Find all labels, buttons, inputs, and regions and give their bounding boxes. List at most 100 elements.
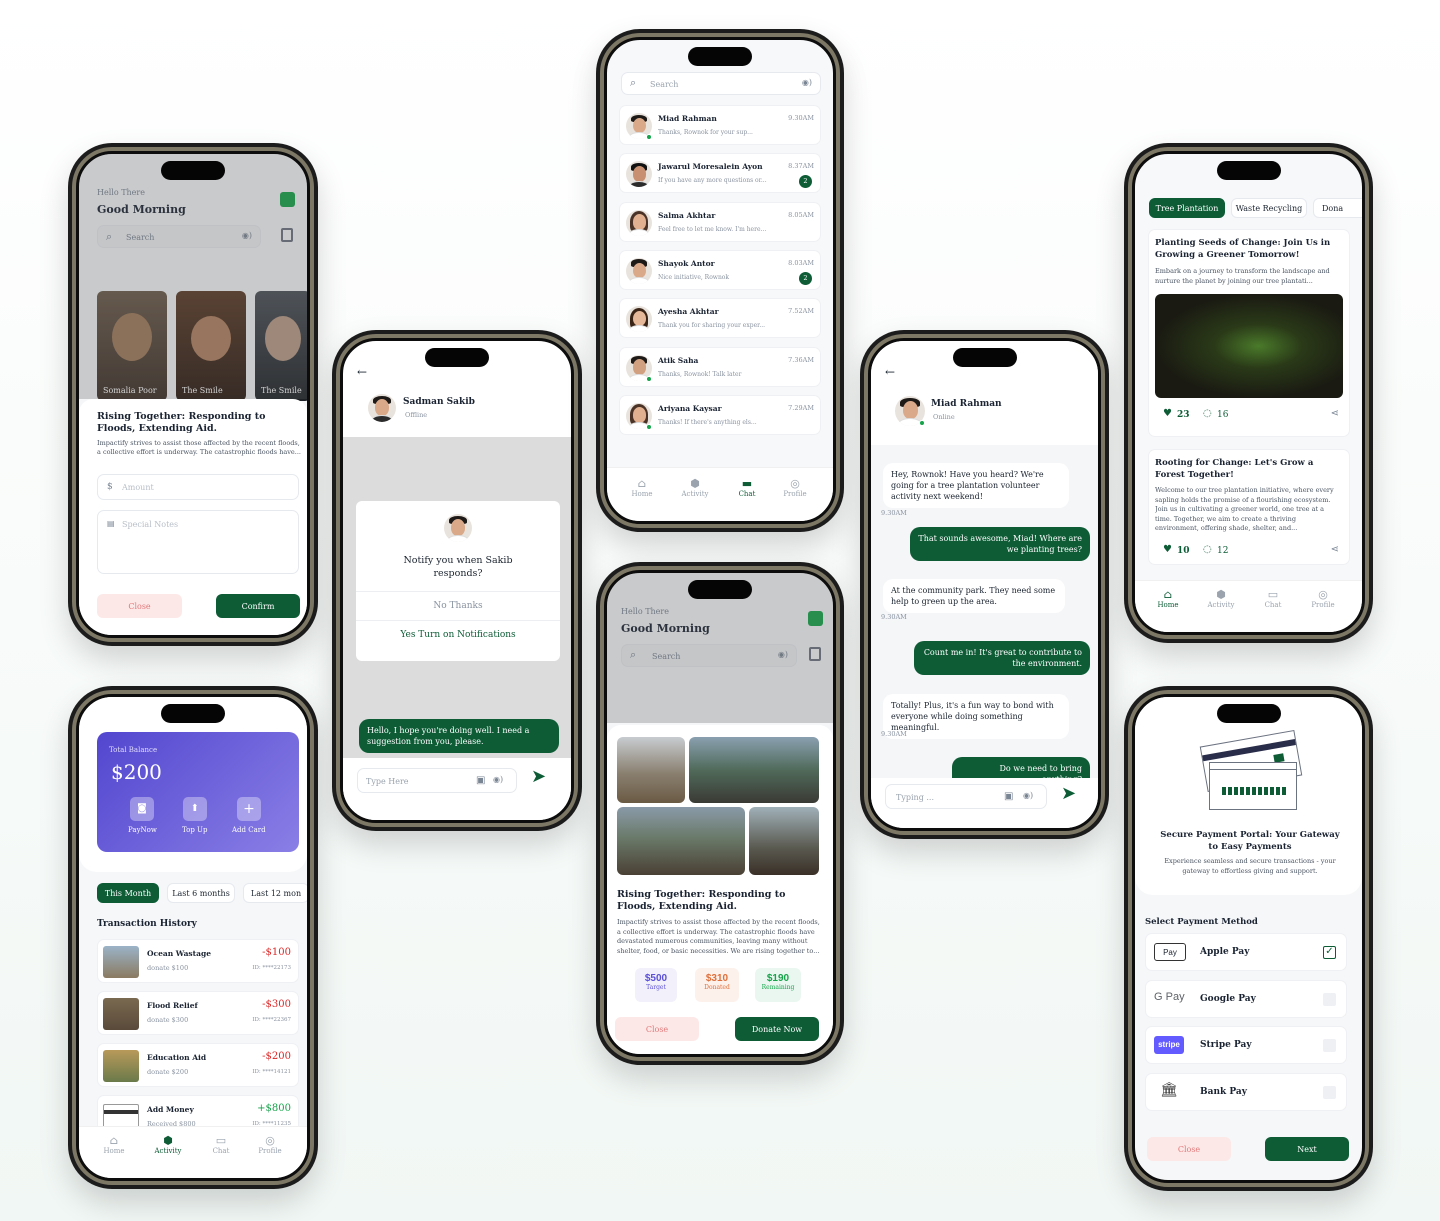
share-icon[interactable]: ⋖ [1331, 544, 1339, 555]
transaction-id: ID: ****22367 [252, 1017, 291, 1023]
voice-icon[interactable]: ◉) [1023, 791, 1033, 800]
input-placeholder: Typing ... [896, 793, 934, 802]
flood-photo[interactable] [617, 737, 685, 803]
nav-home[interactable]: ⌂ Home [627, 478, 657, 499]
checkbox[interactable] [1323, 992, 1336, 1006]
close-button[interactable]: Close [615, 1017, 699, 1041]
nav-activity[interactable]: ⬢ Activity [677, 478, 713, 499]
chat-row[interactable]: Ayesha Akhtar Thank you for sharing your… [619, 298, 821, 339]
campaign-description: Impactify strives to assist those affect… [617, 918, 820, 955]
donate-sheet: Rising Together: Responding to Floods, E… [79, 399, 307, 635]
nav-chat[interactable]: ▬ Chat [735, 478, 759, 499]
transaction-row[interactable]: Education Aid donate $200 -$200 ID: ****… [97, 1043, 299, 1087]
search-input[interactable]: ⌕ Search ◉) [621, 72, 821, 95]
contact-status: Offline [405, 411, 428, 419]
top-up-icon[interactable]: ⬆ [183, 797, 207, 821]
tab-waste-recycling[interactable]: Waste Recycling [1231, 198, 1307, 218]
nav-activity[interactable]: ⬢ Activity [1203, 589, 1239, 610]
notes-field[interactable]: ▤ Special Notes [97, 510, 299, 574]
heart-icon[interactable]: ♥ [1163, 408, 1172, 419]
confirm-button[interactable]: Confirm [216, 594, 300, 618]
chat-row[interactable]: Shayok Antor Nice initiative, Rownok 8.0… [619, 249, 821, 290]
checkbox[interactable] [1323, 1039, 1336, 1052]
close-button[interactable]: Close [97, 594, 182, 618]
payment-method-row[interactable]: Pay Apple Pay ✓ [1145, 933, 1347, 971]
message-bubble-in: Totally! Plus, it's a fun way to bond wi… [883, 694, 1069, 739]
share-icon[interactable]: ⋖ [1331, 408, 1339, 419]
donate-now-button[interactable]: Donate Now [735, 1017, 819, 1041]
avatar [444, 514, 472, 542]
post-image[interactable] [1155, 294, 1343, 398]
nav-profile[interactable]: ◎ Profile [1307, 589, 1339, 610]
payment-method-row[interactable]: 🏛 Bank Pay [1145, 1072, 1347, 1111]
message-input[interactable]: Typing ... ▣ ◉) [885, 784, 1047, 809]
image-icon[interactable]: ▣ [1004, 791, 1013, 802]
chat-row[interactable]: Atik Saha Thanks, Rownok! Talk later 7.3… [619, 346, 821, 387]
message-input[interactable]: Type Here ▣ ◉) [357, 768, 517, 793]
tab-tree-plantation[interactable]: Tree Plantation [1149, 198, 1225, 218]
tab-donation[interactable]: Dona [1313, 198, 1362, 218]
send-icon[interactable]: ➤ [531, 766, 546, 787]
nav-chat[interactable]: ▭ Chat [209, 1135, 233, 1156]
post-card[interactable]: Planting Seeds of Change: Join Us in Gro… [1148, 229, 1350, 437]
flood-photo[interactable] [617, 807, 745, 875]
nav-chat[interactable]: ▭ Chat [1261, 588, 1285, 610]
back-arrow-icon[interactable]: ← [357, 365, 367, 379]
phone-frame: Hello There Good Morning ⌕ Search ◉) Som… [72, 147, 314, 642]
message-bubble-in: Hey, Rownok! Have you heard? We're going… [883, 463, 1069, 508]
transaction-amount: +$800 [257, 1103, 291, 1114]
comment-icon[interactable]: ◌ [1203, 544, 1212, 555]
phone-frame: Tree Plantation Waste Recycling Dona Pla… [1128, 147, 1369, 639]
post-card[interactable]: Rooting for Change: Let's Grow a Forest … [1148, 449, 1350, 565]
checkbox[interactable] [1323, 1085, 1336, 1099]
pay-now-label[interactable]: PayNow [128, 826, 157, 834]
image-icon[interactable]: ▣ [476, 775, 485, 786]
dim-overlay [79, 154, 307, 399]
pay-now-icon[interactable]: ◙ [130, 797, 154, 821]
chat-row[interactable]: Ariyana Kaysar Thanks! If there's anythi… [619, 394, 821, 435]
next-button[interactable]: Next [1265, 1137, 1349, 1161]
flood-photo[interactable] [689, 737, 819, 803]
stat-remaining: $190 Remaining [755, 968, 801, 1002]
close-button[interactable]: Close [1147, 1137, 1231, 1161]
no-thanks-button[interactable]: No Thanks [356, 601, 560, 611]
chat-row[interactable]: Jawarul Moresalein Ayon If you have any … [619, 153, 821, 194]
turn-on-notifications-button[interactable]: Yes Turn on Notifications [356, 630, 560, 640]
checked-checkbox[interactable]: ✓ [1323, 946, 1336, 959]
send-icon[interactable]: ➤ [1061, 783, 1076, 804]
payment-method-row[interactable]: stripe Stripe Pay [1145, 1026, 1347, 1064]
comment-icon[interactable]: ◌ [1203, 408, 1212, 419]
screen: Secure Payment Portal: Your Gateway to E… [1132, 694, 1365, 1183]
nav-label: Home [1157, 601, 1179, 609]
heart-icon[interactable]: ♥ [1163, 544, 1172, 555]
chat-row[interactable]: Miad Rahman Thanks, Rownok for your sup.… [619, 105, 821, 145]
back-arrow-icon[interactable]: ← [885, 365, 895, 379]
nav-profile[interactable]: ◎ Profile [255, 1135, 285, 1156]
chat-row[interactable]: Salma Akhtar Feel free to let me know. I… [619, 201, 821, 242]
nav-profile[interactable]: ◎ Profile [779, 478, 811, 499]
chat-icon: ▭ [1267, 588, 1279, 601]
like-count: 10 [1177, 546, 1190, 556]
stat-value: $190 [766, 973, 790, 984]
nav-activity[interactable]: ⬢ Activity [151, 1135, 185, 1156]
flood-photo[interactable] [749, 807, 819, 875]
divider [356, 620, 560, 621]
top-up-label[interactable]: Top Up [182, 826, 207, 834]
add-card-icon[interactable]: + [237, 797, 261, 821]
nav-home[interactable]: ⌂ Home [99, 1135, 129, 1156]
filter-6-months[interactable]: Last 6 months [167, 883, 235, 903]
phone-wallet: Total Balance $200 ◙ PayNow ⬆ Top Up + A… [68, 686, 318, 1189]
transaction-title: Flood Relief [147, 1001, 198, 1010]
filter-this-month[interactable]: This Month [97, 883, 159, 903]
voice-icon[interactable]: ◉) [493, 775, 503, 784]
amount-field[interactable]: $ Amount [97, 474, 299, 500]
payment-method-row[interactable]: G Pay Google Pay [1145, 979, 1347, 1018]
add-card-label[interactable]: Add Card [232, 826, 266, 834]
nav-home[interactable]: ⌂ Home [1153, 589, 1183, 610]
voice-icon[interactable]: ◉) [802, 78, 812, 87]
filter-12-months[interactable]: Last 12 mon [243, 883, 307, 903]
screen: ← Sadman Sakib Offline Notify you when S… [340, 338, 574, 823]
transaction-row[interactable]: Flood Relief donate $300 -$300 ID: ****2… [97, 991, 299, 1035]
avatar [626, 257, 652, 284]
transaction-row[interactable]: Ocean Wastage donate $100 -$100 ID: ****… [97, 939, 299, 983]
